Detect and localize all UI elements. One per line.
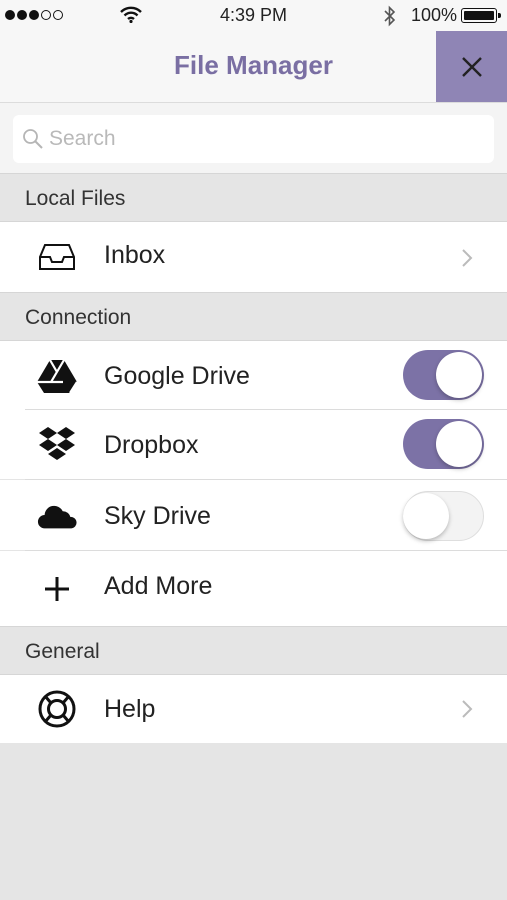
close-button[interactable]	[436, 31, 507, 102]
sky-drive-icon	[37, 496, 77, 536]
search-area	[0, 103, 507, 173]
list-item-label: Add More	[104, 572, 213, 600]
google-drive-icon	[37, 356, 77, 396]
section-label: General	[25, 640, 100, 663]
list-item-inbox[interactable]: Inbox	[0, 222, 507, 292]
battery-percent: 100%	[411, 5, 458, 25]
section-label: Local Files	[25, 187, 126, 210]
list-item-help[interactable]: Help	[0, 675, 507, 743]
chevron-right-icon	[462, 700, 473, 718]
add-more-button[interactable]: Add More	[0, 551, 507, 626]
lifebuoy-icon	[37, 689, 77, 729]
close-icon	[461, 56, 482, 77]
section-header-general: General	[0, 626, 507, 675]
status-bar: 4:39 PM 100%	[0, 0, 507, 31]
battery-nub	[498, 13, 501, 18]
section-label: Connection	[25, 306, 132, 329]
toggle-knob	[436, 421, 482, 467]
list-item-label: Inbox	[104, 241, 166, 269]
battery-fill	[464, 11, 494, 20]
list-item-label: Dropbox	[104, 431, 199, 459]
list-item-dropbox: Dropbox	[0, 410, 507, 479]
dropbox-toggle[interactable]	[403, 419, 484, 469]
section-header-connection: Connection	[0, 292, 507, 341]
search-input[interactable]	[49, 115, 479, 163]
list-item-label: Google Drive	[104, 362, 250, 390]
inbox-icon	[37, 237, 77, 277]
toggle-knob	[436, 352, 482, 398]
search-box[interactable]	[13, 115, 494, 163]
list-item-label: Help	[104, 695, 156, 723]
plus-icon	[37, 569, 77, 609]
section-header-local-files: Local Files	[0, 173, 507, 222]
list-item-google-drive: Google Drive	[0, 341, 507, 410]
header-bar: File Manager	[0, 31, 507, 103]
list-item-label: Sky Drive	[104, 502, 211, 530]
list-item-sky-drive: Sky Drive	[0, 480, 507, 550]
toggle-knob	[403, 493, 449, 539]
page-title: File Manager	[174, 50, 333, 80]
chevron-right-icon	[462, 249, 473, 267]
bluetooth-icon	[384, 5, 396, 27]
dropbox-icon	[37, 425, 77, 465]
sky-drive-toggle[interactable]	[403, 491, 484, 541]
battery-icon	[461, 8, 501, 23]
google-drive-toggle[interactable]	[403, 350, 484, 400]
search-icon	[23, 129, 43, 149]
